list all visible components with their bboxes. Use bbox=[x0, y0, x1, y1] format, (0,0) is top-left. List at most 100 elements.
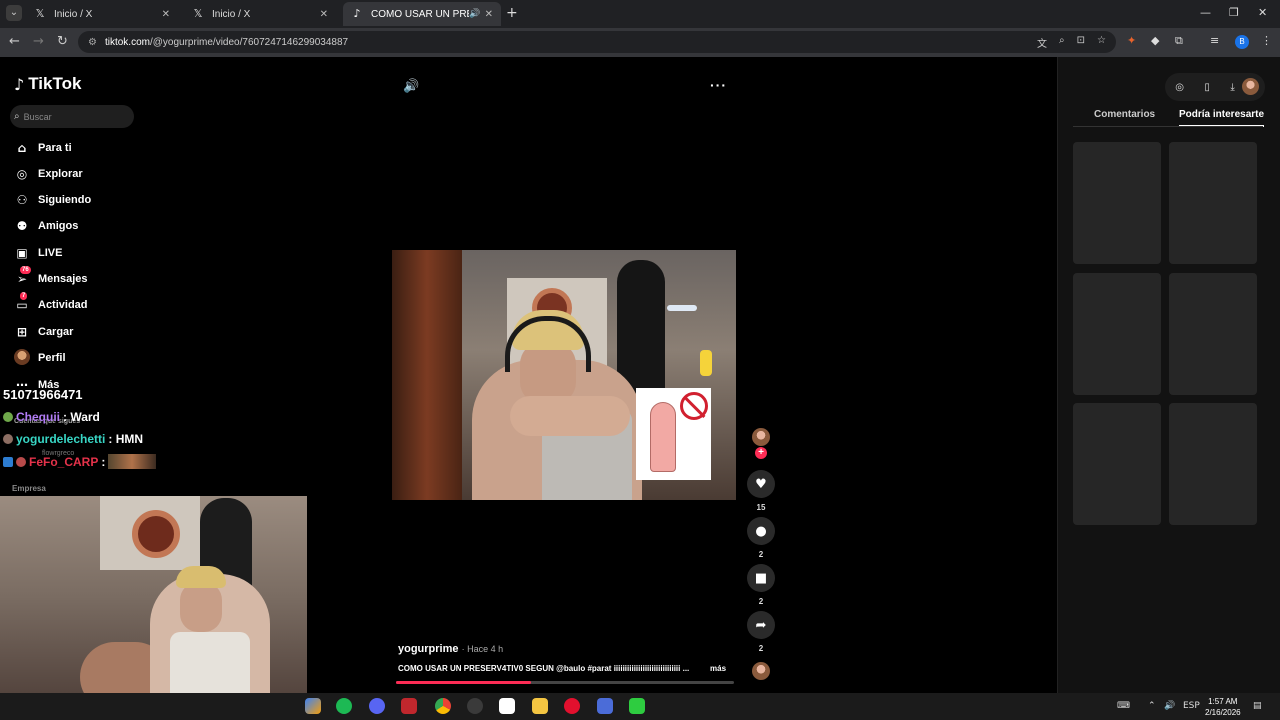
tab-search-button[interactable]: ⌄ bbox=[6, 5, 22, 21]
app-icon[interactable] bbox=[499, 698, 515, 714]
suggested-video-thumb[interactable] bbox=[1169, 403, 1257, 525]
suggested-video-thumb[interactable] bbox=[1169, 273, 1257, 395]
speaker-icon[interactable]: 🔊 bbox=[1164, 701, 1175, 711]
opera-icon[interactable] bbox=[564, 698, 580, 714]
address-bar[interactable]: ⚙ tiktok.com /@yogurprime/video/76072471… bbox=[78, 31, 1116, 53]
suggested-video-thumb[interactable] bbox=[1073, 403, 1161, 525]
file-explorer-icon[interactable] bbox=[532, 698, 548, 714]
nav-item-live[interactable]: ▣ LIVE bbox=[14, 244, 62, 262]
save-button[interactable]: ■ bbox=[747, 564, 775, 592]
extensions-puzzle-icon[interactable]: ⧉ bbox=[1175, 34, 1183, 48]
compass-icon[interactable]: ◎ bbox=[1175, 82, 1184, 93]
obs-icon[interactable] bbox=[467, 698, 483, 714]
follow-button[interactable]: + bbox=[755, 447, 767, 459]
tab-title: Inicio / X bbox=[54, 8, 93, 20]
app-icon[interactable] bbox=[597, 698, 613, 714]
suggested-video-thumb[interactable] bbox=[1073, 142, 1161, 264]
like-button[interactable]: ♥ bbox=[747, 470, 775, 498]
like-count: 15 bbox=[756, 503, 766, 512]
nav-label: Cargar bbox=[38, 326, 74, 338]
discord-icon[interactable] bbox=[369, 698, 385, 714]
back-button[interactable]: ← bbox=[9, 34, 20, 49]
nav-item-para-ti[interactable]: ⌂ Para ti bbox=[14, 139, 72, 157]
voicemeeter-icon[interactable] bbox=[401, 698, 417, 714]
browser-tab[interactable]: 𝕏 Inicio / X ✕ bbox=[184, 2, 336, 26]
tray-chevron-icon[interactable]: ⌃ bbox=[1148, 701, 1156, 711]
notifications-icon[interactable]: ▤ bbox=[1253, 701, 1262, 711]
share-button[interactable]: ➦ bbox=[747, 611, 775, 639]
profile-avatar[interactable]: B bbox=[1235, 35, 1249, 49]
author-avatar[interactable] bbox=[752, 428, 770, 446]
browser-tab[interactable]: 𝕏 Inicio / X ✕ bbox=[26, 2, 178, 26]
tab-divider bbox=[1073, 126, 1263, 127]
site-info-icon[interactable]: ⚙ bbox=[88, 37, 97, 48]
audio-playing-icon[interactable]: 🔊 bbox=[469, 9, 480, 19]
music-disc-icon[interactable] bbox=[752, 662, 770, 680]
restore-button[interactable]: ❐ bbox=[1229, 6, 1239, 19]
profile-avatar bbox=[14, 348, 30, 368]
close-window-button[interactable]: ✕ bbox=[1258, 6, 1267, 19]
more-options-icon[interactable]: ··· bbox=[710, 77, 727, 93]
tiktok-logo[interactable]: ♪ TikTok bbox=[14, 74, 81, 94]
media-controls-icon[interactable]: ≡ bbox=[1210, 34, 1219, 47]
messages-icon: ➢ 76 bbox=[16, 266, 31, 286]
suggested-video-thumb[interactable] bbox=[1169, 142, 1257, 264]
nav-item-amigos[interactable]: ⚉ Amigos bbox=[14, 217, 79, 235]
nav-item-explorar[interactable]: ◎ Explorar bbox=[14, 165, 83, 183]
share-icon: ➦ bbox=[755, 617, 767, 633]
nav-item-perfil[interactable]: Perfil bbox=[14, 348, 66, 368]
video-progress-bar[interactable] bbox=[396, 681, 734, 684]
close-tab-icon[interactable]: ✕ bbox=[162, 9, 170, 20]
bookmark-star-icon[interactable]: ☆ bbox=[1097, 35, 1106, 50]
progress-fill bbox=[396, 681, 532, 684]
extension-icon[interactable]: ✦ bbox=[1127, 34, 1136, 47]
minimize-button[interactable]: — bbox=[1200, 6, 1211, 19]
mobile-icon[interactable]: ▯ bbox=[1204, 82, 1210, 93]
browser-tab-strip: ⌄ 𝕏 Inicio / X ✕ 𝕏 Inicio / X ✕ ♪ COMO U… bbox=[0, 0, 1280, 28]
nav-label: Para ti bbox=[38, 142, 72, 154]
following-icon: ⚇ bbox=[16, 193, 28, 207]
clock-date: 2/16/2026 bbox=[1205, 708, 1241, 717]
copilot-icon[interactable] bbox=[305, 698, 321, 714]
zoom-icon[interactable]: ⌕ bbox=[1059, 35, 1065, 50]
user-avatar[interactable] bbox=[1242, 78, 1259, 95]
extension-icon[interactable]: ◆ bbox=[1151, 34, 1159, 47]
chat-badge-icon bbox=[3, 456, 13, 467]
search-input[interactable]: ⌕ Buscar bbox=[10, 105, 134, 128]
webcam-overlay bbox=[0, 496, 307, 720]
language-indicator[interactable]: ESP bbox=[1183, 701, 1200, 711]
install-app-icon[interactable]: ⊡ bbox=[1077, 35, 1085, 50]
new-tab-button[interactable]: + bbox=[506, 5, 518, 21]
chrome-icon[interactable] bbox=[435, 698, 451, 714]
comment-button[interactable]: ● bbox=[747, 517, 775, 545]
nav-label: Perfil bbox=[38, 352, 66, 364]
browser-tab-active[interactable]: ♪ COMO USAR UN PRESERV 🔊 ✕ bbox=[343, 2, 501, 26]
video-player[interactable] bbox=[392, 250, 736, 500]
download-icon[interactable]: ⤓ bbox=[1230, 82, 1234, 93]
tab-comentarios[interactable]: Comentarios bbox=[1094, 109, 1155, 120]
browser-menu-icon[interactable]: ⋮ bbox=[1261, 34, 1272, 47]
messages-badge: 76 bbox=[20, 266, 31, 274]
close-tab-icon[interactable]: ✕ bbox=[320, 9, 328, 20]
author-name[interactable]: yogurprime bbox=[398, 643, 459, 655]
share-count: 2 bbox=[758, 644, 764, 653]
translate-icon[interactable]: 文 bbox=[1037, 35, 1047, 50]
keyboard-icon[interactable]: ⌨ bbox=[1117, 701, 1130, 711]
suggested-video-thumb[interactable] bbox=[1073, 273, 1161, 395]
nav-item-cargar[interactable]: ⊞ Cargar bbox=[14, 323, 74, 341]
video-author[interactable]: yogurprime · Hace 4 h bbox=[398, 643, 503, 655]
kick-icon[interactable] bbox=[629, 698, 645, 714]
nav-item-mensajes[interactable]: ➢ 76 Mensajes bbox=[14, 266, 88, 288]
nav-label: Explorar bbox=[38, 168, 83, 180]
nav-item-actividad[interactable]: ▭ 7 Actividad bbox=[14, 292, 88, 314]
close-tab-icon[interactable]: ✕ bbox=[485, 9, 493, 20]
tab-podria-interesarte[interactable]: Podría interesarte bbox=[1179, 109, 1265, 127]
caption-more-button[interactable]: más bbox=[710, 664, 726, 673]
volume-icon[interactable]: 🔊 bbox=[403, 79, 419, 94]
company-link[interactable]: Empresa bbox=[12, 484, 46, 493]
reload-button[interactable]: ↻ bbox=[57, 34, 68, 49]
clock[interactable]: 1:57 AM 2/16/2026 bbox=[1205, 696, 1241, 718]
nav-item-siguiendo[interactable]: ⚇ Siguiendo bbox=[14, 191, 92, 209]
spotify-icon[interactable] bbox=[336, 698, 352, 714]
forward-button[interactable]: → bbox=[33, 34, 44, 49]
